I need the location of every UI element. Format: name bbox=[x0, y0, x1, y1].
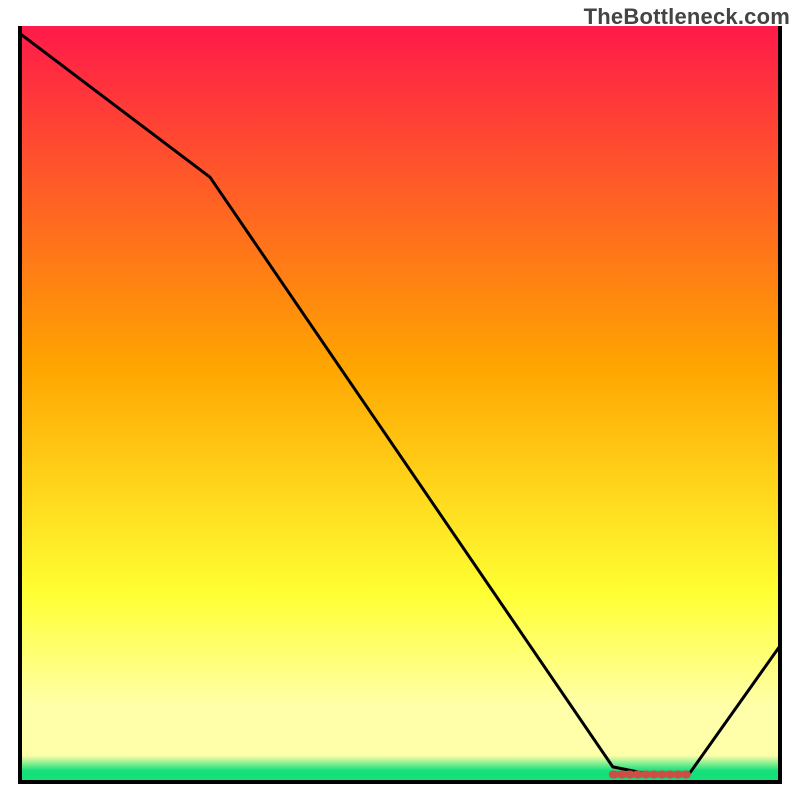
chart-frame: TheBottleneck.com bbox=[0, 0, 800, 800]
gradient-background bbox=[20, 26, 780, 782]
bottleneck-chart bbox=[0, 0, 800, 800]
